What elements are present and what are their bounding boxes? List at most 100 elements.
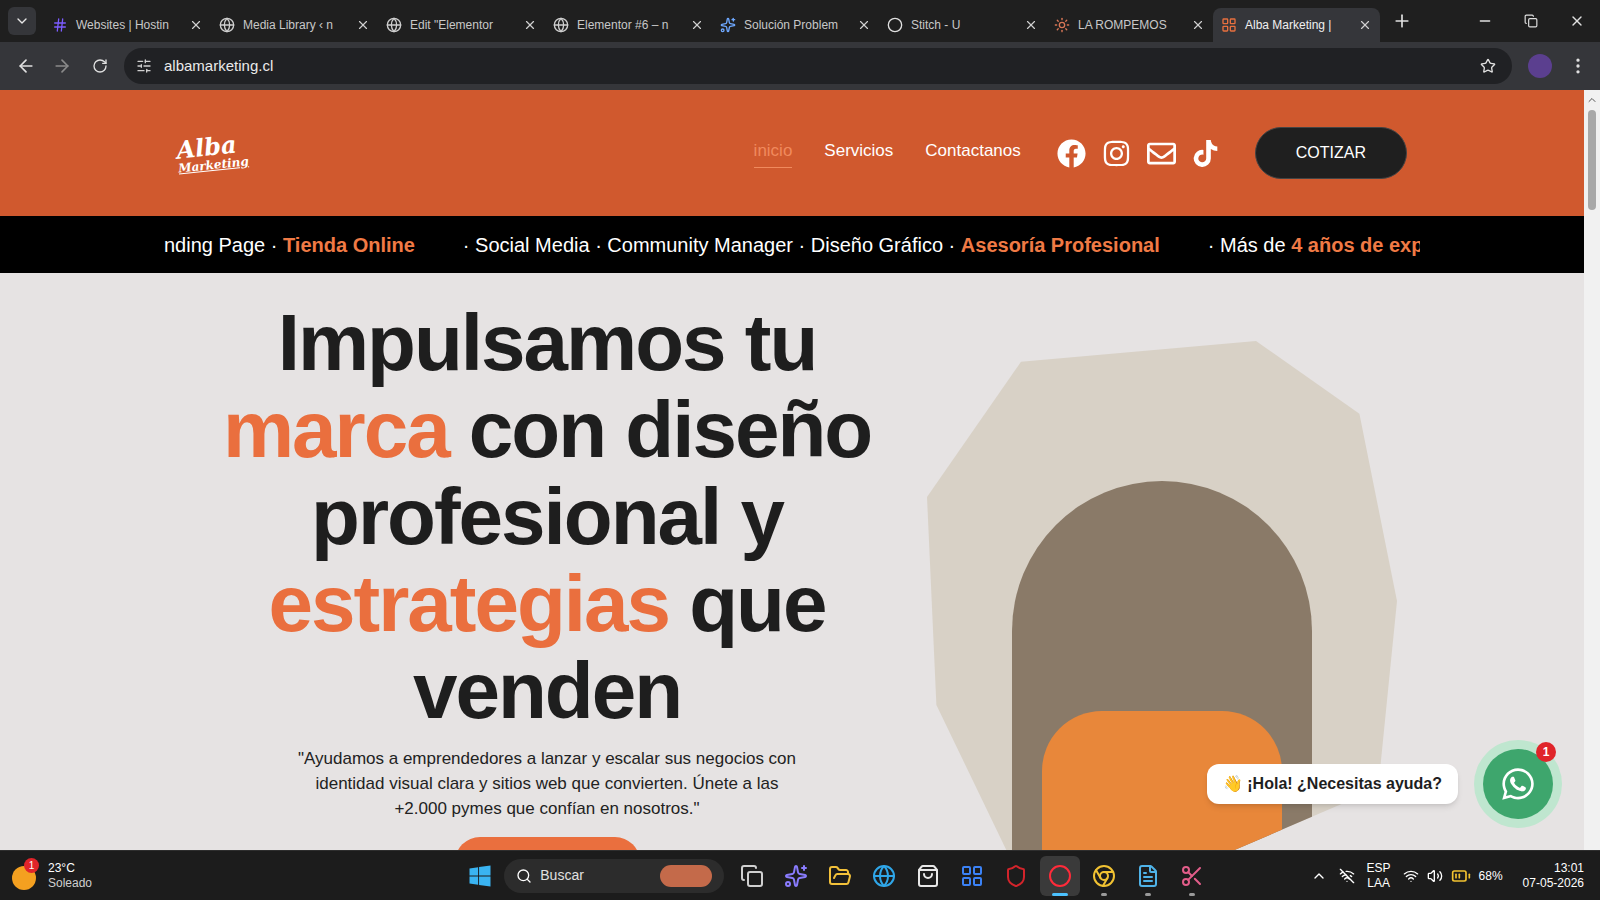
scrollbar-thumb[interactable] — [1588, 110, 1596, 210]
windows-icon — [468, 864, 492, 888]
chat-badge: 1 — [1536, 742, 1556, 762]
search-highlight-icon — [660, 865, 712, 887]
scroll-up-icon[interactable] — [1586, 94, 1598, 106]
edge-icon — [872, 864, 896, 888]
tab-search-button[interactable] — [8, 7, 36, 35]
quick-settings[interactable]: 68% — [1403, 866, 1503, 886]
browser-tab[interactable]: Media Library ‹ n — [211, 8, 378, 42]
browser-tab[interactable]: Elementor #6 – n — [545, 8, 712, 42]
nav-link[interactable]: inicio — [754, 138, 793, 169]
tab-label: Solución Problem — [744, 16, 849, 34]
close-icon[interactable] — [189, 18, 203, 32]
search-placeholder: Buscar — [540, 865, 652, 886]
tab-strip: Websites | HostinMedia Library ‹ n Edit "… — [0, 0, 1600, 42]
site-logo[interactable]: AlbaMarketing — [175, 131, 249, 174]
tab-label: Elementor #6 – n — [577, 16, 682, 34]
network-off-icon[interactable] — [1339, 868, 1355, 884]
main-nav: inicio Servicios Contactanos — [754, 138, 1021, 169]
ticker: nding Page · Tienda Online · Social Media… — [0, 216, 1584, 273]
language-indicator[interactable]: ESPLAA — [1367, 861, 1391, 891]
nav-link[interactable]: Servicios — [824, 138, 893, 169]
website: AlbaMarketing inicio Servicios Contactanos C… — [0, 90, 1584, 850]
facebook-icon[interactable] — [1057, 139, 1086, 168]
close-button[interactable] — [1554, 0, 1600, 42]
taskbar-app[interactable] — [996, 856, 1036, 896]
language-line: ESP — [1367, 861, 1391, 876]
browser-tab[interactable]: LA ROMPEMOS — [1046, 8, 1213, 42]
weather-widget[interactable]: 123°CSoleado — [12, 861, 232, 891]
battery-icon — [1451, 866, 1471, 886]
taskbar-app[interactable] — [1128, 856, 1168, 896]
taskbar-search[interactable]: Buscar — [504, 859, 724, 893]
ticker-group: nding Page · Tienda Online — [164, 230, 415, 260]
browser-tab[interactable]: Edit "Elementor — [378, 8, 545, 42]
clock[interactable]: 13:0107-05-2026 — [1523, 861, 1584, 891]
tray-overflow-icon[interactable] — [1311, 868, 1327, 884]
browser-tab[interactable]: Solución Problem — [712, 8, 879, 42]
back-icon[interactable] — [16, 56, 36, 76]
tab-label: LA ROMPEMOS — [1078, 16, 1183, 34]
close-icon[interactable] — [356, 18, 370, 32]
taskbar-app[interactable] — [864, 856, 904, 896]
stitch-icon — [887, 17, 903, 33]
address-text: albamarketing.cl — [164, 55, 1468, 78]
scrollbar[interactable] — [1584, 90, 1600, 850]
browser-tab[interactable]: Stitch - U — [879, 8, 1046, 42]
heading-text: Impulsamos tu — [278, 298, 817, 387]
ticker-text: · Social Media · Community Manager · Dis… — [463, 230, 961, 260]
close-icon — [1569, 13, 1585, 29]
instagram-icon[interactable] — [1102, 139, 1131, 168]
gemini-icon — [720, 17, 736, 33]
hero-button[interactable] — [455, 837, 640, 850]
taskbar-app[interactable] — [1172, 856, 1212, 896]
chat-widget: 👋 ¡Hola! ¿Necesitas ayuda? 1 — [1207, 740, 1562, 828]
close-icon[interactable] — [1191, 18, 1205, 32]
heading-text: marca — [223, 385, 449, 474]
weather-temp: 23°C — [48, 861, 92, 876]
tab-label: Edit "Elementor — [410, 16, 515, 34]
minimize-button[interactable] — [1462, 0, 1508, 42]
taskbar-app[interactable] — [908, 856, 948, 896]
close-icon[interactable] — [690, 18, 704, 32]
globe-icon — [219, 17, 235, 33]
close-icon[interactable] — [857, 18, 871, 32]
chat-bubble[interactable]: 👋 ¡Hola! ¿Necesitas ayuda? — [1207, 764, 1458, 804]
site-info-icon[interactable] — [136, 58, 152, 74]
bookmark-star-icon[interactable] — [1480, 58, 1496, 74]
hero-paragraph: "Ayudamos a emprendedores a lanzar y esc… — [287, 746, 807, 821]
forward-icon[interactable] — [52, 56, 72, 76]
restore-button[interactable] — [1508, 0, 1554, 42]
close-icon[interactable] — [1358, 18, 1372, 32]
toolbar: albamarketing.cl — [0, 42, 1600, 90]
file-explorer-icon — [828, 864, 852, 888]
cotizar-button[interactable]: COTIZAR — [1255, 127, 1407, 179]
taskbar-app[interactable] — [952, 856, 992, 896]
tiktok-icon[interactable] — [1192, 140, 1219, 167]
heading-text: profesional y — [311, 472, 783, 561]
taskbar-app[interactable] — [776, 856, 816, 896]
notepad-icon — [1136, 864, 1160, 888]
taskbar-app[interactable] — [820, 856, 860, 896]
ticker-text: nding Page · — [164, 230, 283, 260]
reload-icon[interactable] — [92, 58, 108, 74]
browser-tab[interactable]: Websites | Hostin — [44, 8, 211, 42]
start-button[interactable] — [460, 856, 500, 896]
close-icon[interactable] — [523, 18, 537, 32]
profile-avatar-icon[interactable] — [1528, 54, 1552, 78]
new-tab-icon[interactable] — [1392, 11, 1412, 31]
nav-link[interactable]: Contactanos — [925, 138, 1020, 169]
snipping-tool-icon — [1180, 864, 1204, 888]
taskbar-app[interactable] — [732, 856, 772, 896]
viewport: AlbaMarketing inicio Servicios Contactanos C… — [0, 90, 1600, 850]
menu-icon[interactable] — [1568, 56, 1588, 76]
browser-tab[interactable]: Alba Marketing | — [1213, 8, 1380, 42]
taskbar-app[interactable] — [1040, 856, 1080, 896]
mail-icon[interactable] — [1147, 139, 1176, 168]
address-bar[interactable]: albamarketing.cl — [124, 48, 1512, 84]
close-icon[interactable] — [1024, 18, 1038, 32]
hero-heading: Impulsamos tumarca con diseñoprofesional… — [223, 299, 871, 734]
volume-icon — [1427, 868, 1443, 884]
taskbar-app[interactable] — [1084, 856, 1124, 896]
heading-line: venden — [413, 647, 681, 734]
copilot-icon — [784, 864, 808, 888]
